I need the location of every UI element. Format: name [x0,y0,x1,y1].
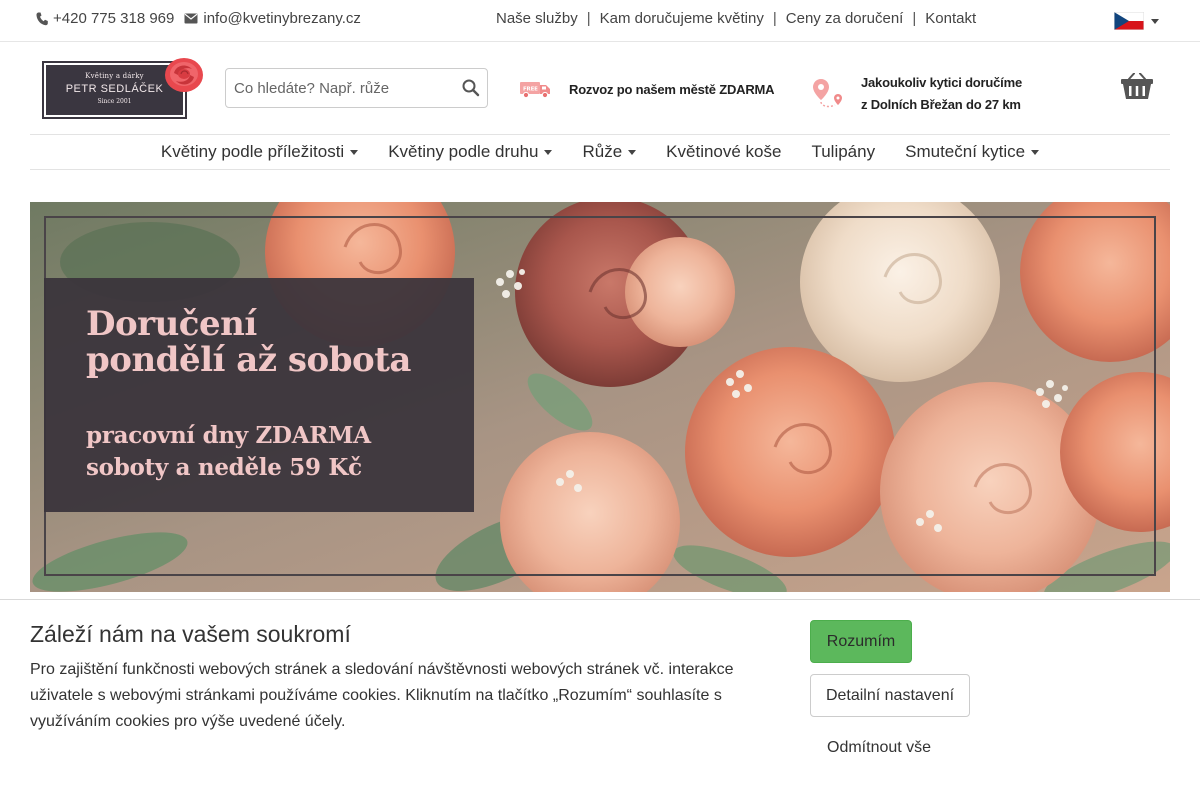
link-delivery-areas[interactable]: Kam doručujeme květiny [600,10,764,27]
nav-flower-baskets[interactable]: Květinové koše [651,142,796,162]
link-services[interactable]: Naše služby [496,10,578,27]
nav-label: Květiny podle příležitosti [160,142,345,161]
hero-banner[interactable]: Doručení pondělí až sobota pracovní dny … [30,202,1170,592]
chevron-down-icon [350,149,359,155]
reject-cookies-button[interactable]: Odmítnout vše [827,739,931,757]
email-address: info@kvetinybrezany.cz [203,10,361,27]
search-input[interactable] [226,69,451,107]
delivery-truck-icon: FREE [520,82,550,99]
link-delivery-prices[interactable]: Ceny za doručení [786,10,904,27]
envelope-icon [184,13,198,24]
banner-heading-line-1: Doručení [86,304,257,344]
cookie-title: Záleží nám na vašem soukromí [30,621,351,647]
rose-icon [165,58,203,92]
top-bar: +420 775 318 969 info@kvetinybrezany.cz … [0,0,1200,42]
cookie-text: Pro zajištění funkčnosti webových stráne… [30,661,734,730]
free-badge-text: FREE [523,87,538,93]
nav-by-type[interactable]: Květiny podle druhu [373,142,567,162]
separator: | [772,10,777,27]
accept-cookies-button[interactable]: Rozumím [810,620,912,663]
free-delivery-text: Rozvoz po našem městě ZDARMA [569,81,775,97]
czech-flag-icon [1114,12,1144,30]
basket-icon[interactable] [1120,73,1154,101]
nav-label: Růže [582,142,623,161]
cookie-consent-bar: Záleží nám na vašem soukromí Pro zajiště… [0,599,1200,800]
nav-by-occasion[interactable]: Květiny podle příležitosti [146,142,373,162]
email-link[interactable]: info@kvetinybrezany.cz [184,10,361,27]
distance-line-2: z Dolních Břežan do 27 km [861,97,1021,112]
banner-heading: Doručení pondělí až sobota [86,306,411,378]
logo-since: Since 2001 [97,98,132,105]
search-box [225,68,488,108]
free-delivery-promo: FREE Rozvoz po našem městě ZDARMA [519,79,775,99]
map-pin-icon [813,79,842,108]
banner-sub-line-2: soboty a neděle 59 Kč [86,454,362,481]
phone-icon [36,12,48,25]
chevron-down-icon [1151,18,1159,24]
banner-sub-line-1: pracovní dny ZDARMA [86,422,371,449]
chevron-down-icon [1031,149,1040,155]
phone-number: +420 775 318 969 [53,10,175,27]
nav-tulips[interactable]: Tulipány [796,142,890,162]
banner-subheading: pracovní dny ZDARMA soboty a neděle 59 K… [86,420,371,484]
delivery-distance-promo: Jakoukoliv kytici doručíme z Dolních Bře… [811,72,1022,116]
contact-info: +420 775 318 969 info@kvetinybrezany.cz [36,10,371,27]
link-contact[interactable]: Kontakt [925,10,976,27]
search-icon[interactable] [461,78,481,98]
language-selector[interactable] [1114,12,1159,30]
main-nav: Květiny podle příležitosti Květiny podle… [30,134,1170,170]
cookie-settings-button[interactable]: Detailní nastavení [810,674,970,717]
separator: | [912,10,917,27]
banner-heading-line-2: pondělí až sobota [86,340,411,380]
chevron-down-icon [544,149,553,155]
nav-label: Smuteční kytice [905,142,1026,161]
separator: | [586,10,591,27]
distance-line-1: Jakoukoliv kytici doručíme [861,75,1022,90]
chevron-down-icon [628,149,637,155]
nav-roses[interactable]: Růže [567,142,651,162]
delivery-distance-text: Jakoukoliv kytici doručíme z Dolních Bře… [861,72,1022,116]
nav-funeral-bouquets[interactable]: Smuteční kytice [890,142,1054,162]
header: Květiny a dárky PETR SEDLÁČEK Since 2001… [0,43,1200,135]
nav-label: Květinové koše [666,142,782,161]
nav-label: Tulipány [811,142,876,161]
phone-link[interactable]: +420 775 318 969 [36,10,174,27]
nav-label: Květiny podle druhu [388,142,539,161]
top-links: Naše služby | Kam doručujeme květiny | C… [496,10,976,27]
